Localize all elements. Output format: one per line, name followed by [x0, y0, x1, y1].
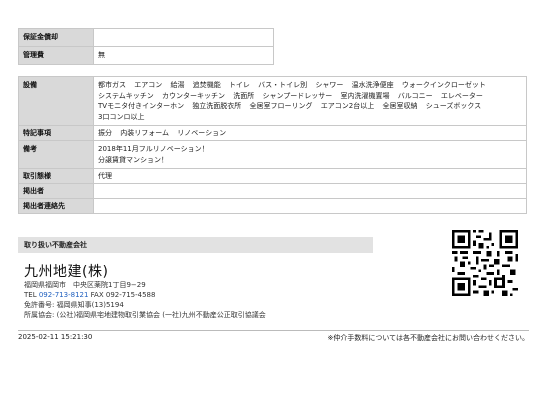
equipment-item: エレベーター [440, 91, 483, 100]
equipment-label: 設備 [18, 76, 94, 126]
equipment-item: 室内洗濯機置場 [340, 91, 390, 100]
table-row: 備考 2018年11月フルリノベーション！ 分譲賃貸マンション！ [18, 140, 527, 169]
features-list: 振分 内装リフォーム リノベーション [93, 125, 527, 141]
table-row: 掲出者 [18, 183, 527, 199]
tel-label: TEL [24, 291, 37, 299]
equipment-item: トイレ [228, 81, 250, 89]
equipment-item: TVモニタ付きインターホン [98, 102, 185, 110]
poster-contact-label: 掲出者連絡先 [18, 198, 94, 214]
equipment-item: 全居室フローリング [249, 102, 313, 110]
table-row: 取引態様 代理 [18, 168, 527, 184]
top-info-table: 保証金償却 管理費 無 [18, 28, 274, 65]
equipment-item: バス・トイレ別 [258, 81, 308, 89]
equipment-item: 都市ガス [98, 81, 126, 89]
equipment-item: シャワー [315, 81, 344, 89]
company-contact: TEL 092-713-8121 FAX 092-715-4588 [24, 290, 266, 300]
feature-item: リノベーション [177, 129, 227, 137]
table-row: 特記事項 振分 内装リフォーム リノベーション [18, 125, 527, 141]
table-row: 掲出者連絡先 [18, 198, 527, 214]
equipment-item: 給湯 [170, 81, 185, 89]
poster-label: 掲出者 [18, 183, 94, 199]
remarks-line: 2018年11月フルリノベーション！ [98, 145, 209, 153]
poster-contact-value [93, 198, 527, 214]
equipment-item: ウォークインクローゼット [401, 81, 486, 89]
footer-note: ※仲介手数料については各不動産会社にお問い合わせください。 [327, 334, 529, 342]
equipment-item: エアコン [134, 81, 163, 89]
deposit-amortization-label: 保証金償却 [18, 28, 94, 47]
company-address: 福岡県福岡市 中央区薬院1丁目9−29 [24, 281, 146, 289]
equipment-item: エアコン2台以上 [320, 102, 375, 110]
fax-number: FAX 092-715-4588 [90, 291, 156, 299]
management-fee-label: 管理費 [18, 46, 94, 65]
equipment-item: カウンターキッチン [162, 91, 226, 100]
equipment-item: 3口コンロ以上 [98, 112, 145, 121]
feature-item: 振分 [98, 129, 112, 137]
license-number: 免許番号: 福岡県知事(13)5194 [24, 301, 124, 309]
table-row: 設備 都市ガス エアコン 給湯 追焚機能 トイレ バス・トイレ別 シャワー 温水… [18, 76, 527, 126]
company-name: 九州地建(株) [24, 264, 109, 280]
footer: 2025-02-11 15:21:30 ※仲介手数料については各不動産会社にお問… [18, 330, 529, 342]
table-row: 管理費 無 [18, 46, 274, 65]
transaction-label: 取引態様 [18, 168, 94, 184]
table-row: 保証金償却 [18, 28, 274, 47]
equipment-item: シャンプードレッサー [262, 91, 333, 100]
details-table: 設備 都市ガス エアコン 給湯 追焚機能 トイレ バス・トイレ別 シャワー 温水… [18, 76, 527, 214]
equipment-item: 洗面所 [233, 91, 255, 100]
remarks-line: 分譲賃貸マンション！ [98, 155, 168, 164]
qr-code-icon [452, 230, 518, 296]
equipment-item: シューズボックス [425, 102, 482, 110]
management-fee-value: 無 [93, 46, 274, 65]
association: 所属協会: (公社)福岡県宅地建物取引業協会 (一社)九州不動産公正取引協議会 [24, 311, 266, 319]
remarks-value: 2018年11月フルリノベーション！ 分譲賃貸マンション！ [93, 140, 527, 169]
features-label: 特記事項 [18, 125, 94, 141]
company-info: 福岡県福岡市 中央区薬院1丁目9−29 TEL 092-713-8121 FAX… [24, 280, 266, 320]
feature-item: 内装リフォーム [120, 129, 170, 137]
equipment-item: バルコニー [397, 91, 433, 100]
equipment-list: 都市ガス エアコン 給湯 追焚機能 トイレ バス・トイレ別 シャワー 温水洗浄便… [93, 76, 527, 126]
equipment-item: 追焚機能 [192, 81, 221, 89]
poster-value [93, 183, 527, 199]
equipment-item: システムキッチン [98, 91, 154, 100]
deposit-amortization-value [93, 28, 274, 47]
equipment-item: 全居室収納 [382, 102, 418, 110]
print-datetime: 2025-02-11 15:21:30 [18, 333, 93, 341]
equipment-item: 温水洗浄便座 [351, 81, 394, 89]
equipment-item: 独立洗面脱衣所 [192, 102, 242, 110]
realtor-section-title: 取り扱い不動産会社 [18, 237, 373, 253]
tel-link[interactable]: 092-713-8121 [39, 291, 89, 299]
transaction-value: 代理 [93, 168, 527, 184]
remarks-label: 備考 [18, 140, 94, 169]
